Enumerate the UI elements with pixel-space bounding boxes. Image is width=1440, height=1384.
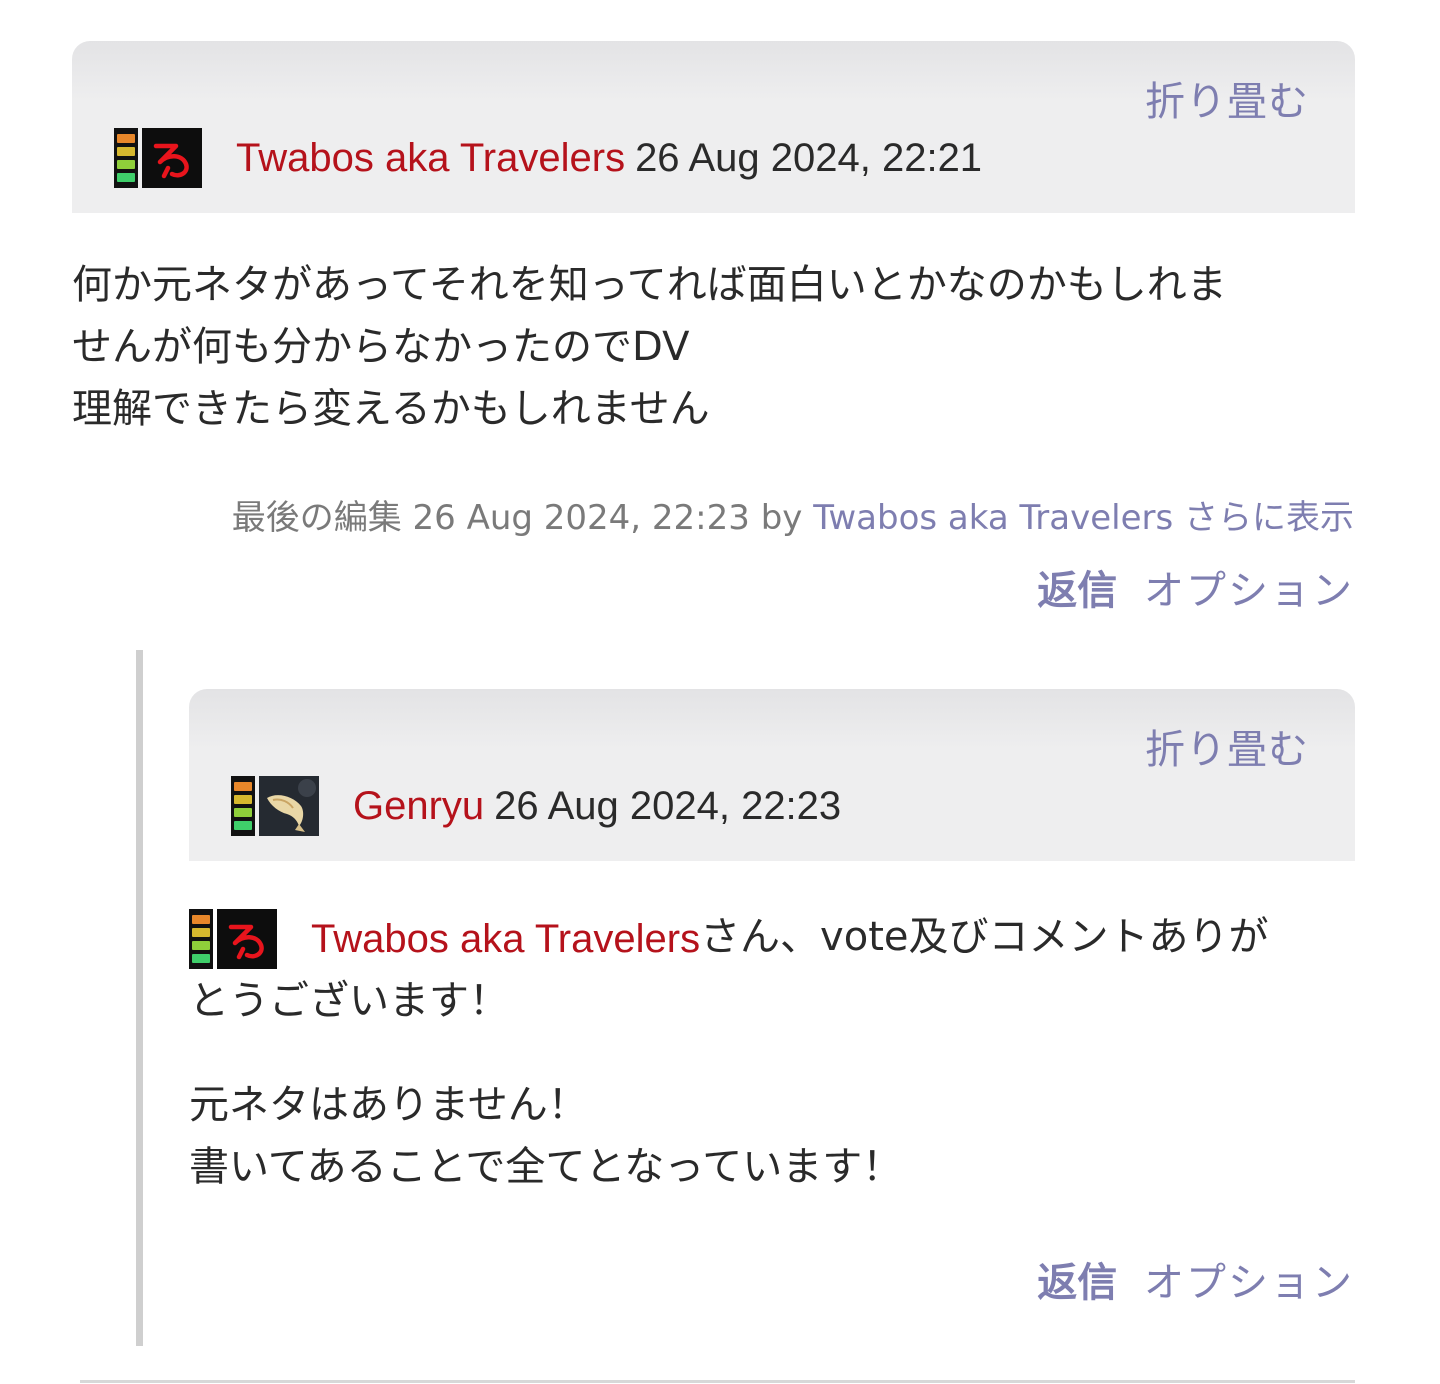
options-button[interactable]: オプション — [1144, 568, 1354, 614]
comment-timestamp: 26 Aug 2024, 22:23 — [494, 783, 842, 828]
red-hiragana-ro-icon — [228, 924, 264, 960]
thread-indent-line — [136, 650, 143, 1346]
comment-text: さん、vote及びコメントありが — [700, 914, 1269, 960]
comment-actions: 返信 オプション — [1037, 558, 1354, 616]
comment-body: Twabos aka Travelers さん、vote及びコメントありが とうご… — [189, 906, 1355, 1198]
collapse-link[interactable]: 折り畳む — [1145, 69, 1309, 127]
comment-text-line: せんが何も分からなかったのでDV — [72, 324, 690, 370]
username[interactable]: Genryu — [353, 784, 484, 829]
user-mention[interactable]: Twabos aka Travelers — [189, 908, 700, 970]
mention-username[interactable]: Twabos aka Travelers — [311, 908, 700, 970]
author-line: Twabos aka Travelers 26 Aug 2024, 22:21 — [114, 127, 982, 189]
comment-text: とうございます！ — [189, 978, 509, 1024]
collapse-link[interactable]: 折り畳む — [1145, 717, 1309, 775]
edit-info-prefix: 最後の編集 26 Aug 2024, 22:23 by — [231, 498, 803, 538]
avatar[interactable] — [259, 776, 319, 836]
comment-header: 折り畳む Genryu 26 Aug 2024, 22:23 — [189, 689, 1355, 861]
comment-text: 書いてあることで全てとなっています！ — [189, 1144, 903, 1190]
koi-fish-icon — [259, 776, 319, 836]
divider — [80, 1380, 1355, 1383]
username[interactable]: Twabos aka Travelers — [236, 136, 625, 181]
comment-text: 元ネタはありません！ — [189, 1082, 588, 1128]
comment-text-line: 理解できたら変えるかもしれません — [72, 386, 710, 432]
comment-paragraph: Twabos aka Travelers さん、vote及びコメントありが とうご… — [189, 906, 1355, 1032]
options-button[interactable]: オプション — [1144, 1260, 1354, 1306]
comment-paragraph: 元ネタはありません！ 書いてあることで全てとなっています！ — [189, 1074, 1355, 1198]
author-line: Genryu 26 Aug 2024, 22:23 — [231, 775, 841, 837]
avatar — [217, 909, 277, 969]
red-hiragana-ro-icon — [153, 143, 189, 179]
comment-header: 折り畳む Twabos aka Travelers 26 Aug 2024, 2… — [72, 41, 1355, 213]
rating-level-icon — [231, 776, 255, 836]
rating-level-icon — [114, 128, 138, 188]
rating-level-icon — [189, 909, 213, 969]
comment-body: 何か元ネタがあってそれを知ってれば面白いとかなのかもしれま せんが何も分からなか… — [72, 254, 1362, 440]
comment-text-line: 何か元ネタがあってそれを知ってれば面白いとかなのかもしれま — [72, 262, 1227, 308]
comment-actions: 返信 オプション — [1037, 1250, 1354, 1308]
edit-info: 最後の編集 26 Aug 2024, 22:23 by Twabos aka T… — [232, 490, 1354, 539]
reply-button[interactable]: 返信 — [1037, 1260, 1117, 1306]
avatar[interactable] — [142, 128, 202, 188]
edit-author-link[interactable]: Twabos aka Travelers — [813, 498, 1173, 538]
show-more-link[interactable]: さらに表示 — [1184, 498, 1354, 538]
comment-timestamp: 26 Aug 2024, 22:21 — [635, 135, 983, 180]
reply-button[interactable]: 返信 — [1037, 568, 1117, 614]
